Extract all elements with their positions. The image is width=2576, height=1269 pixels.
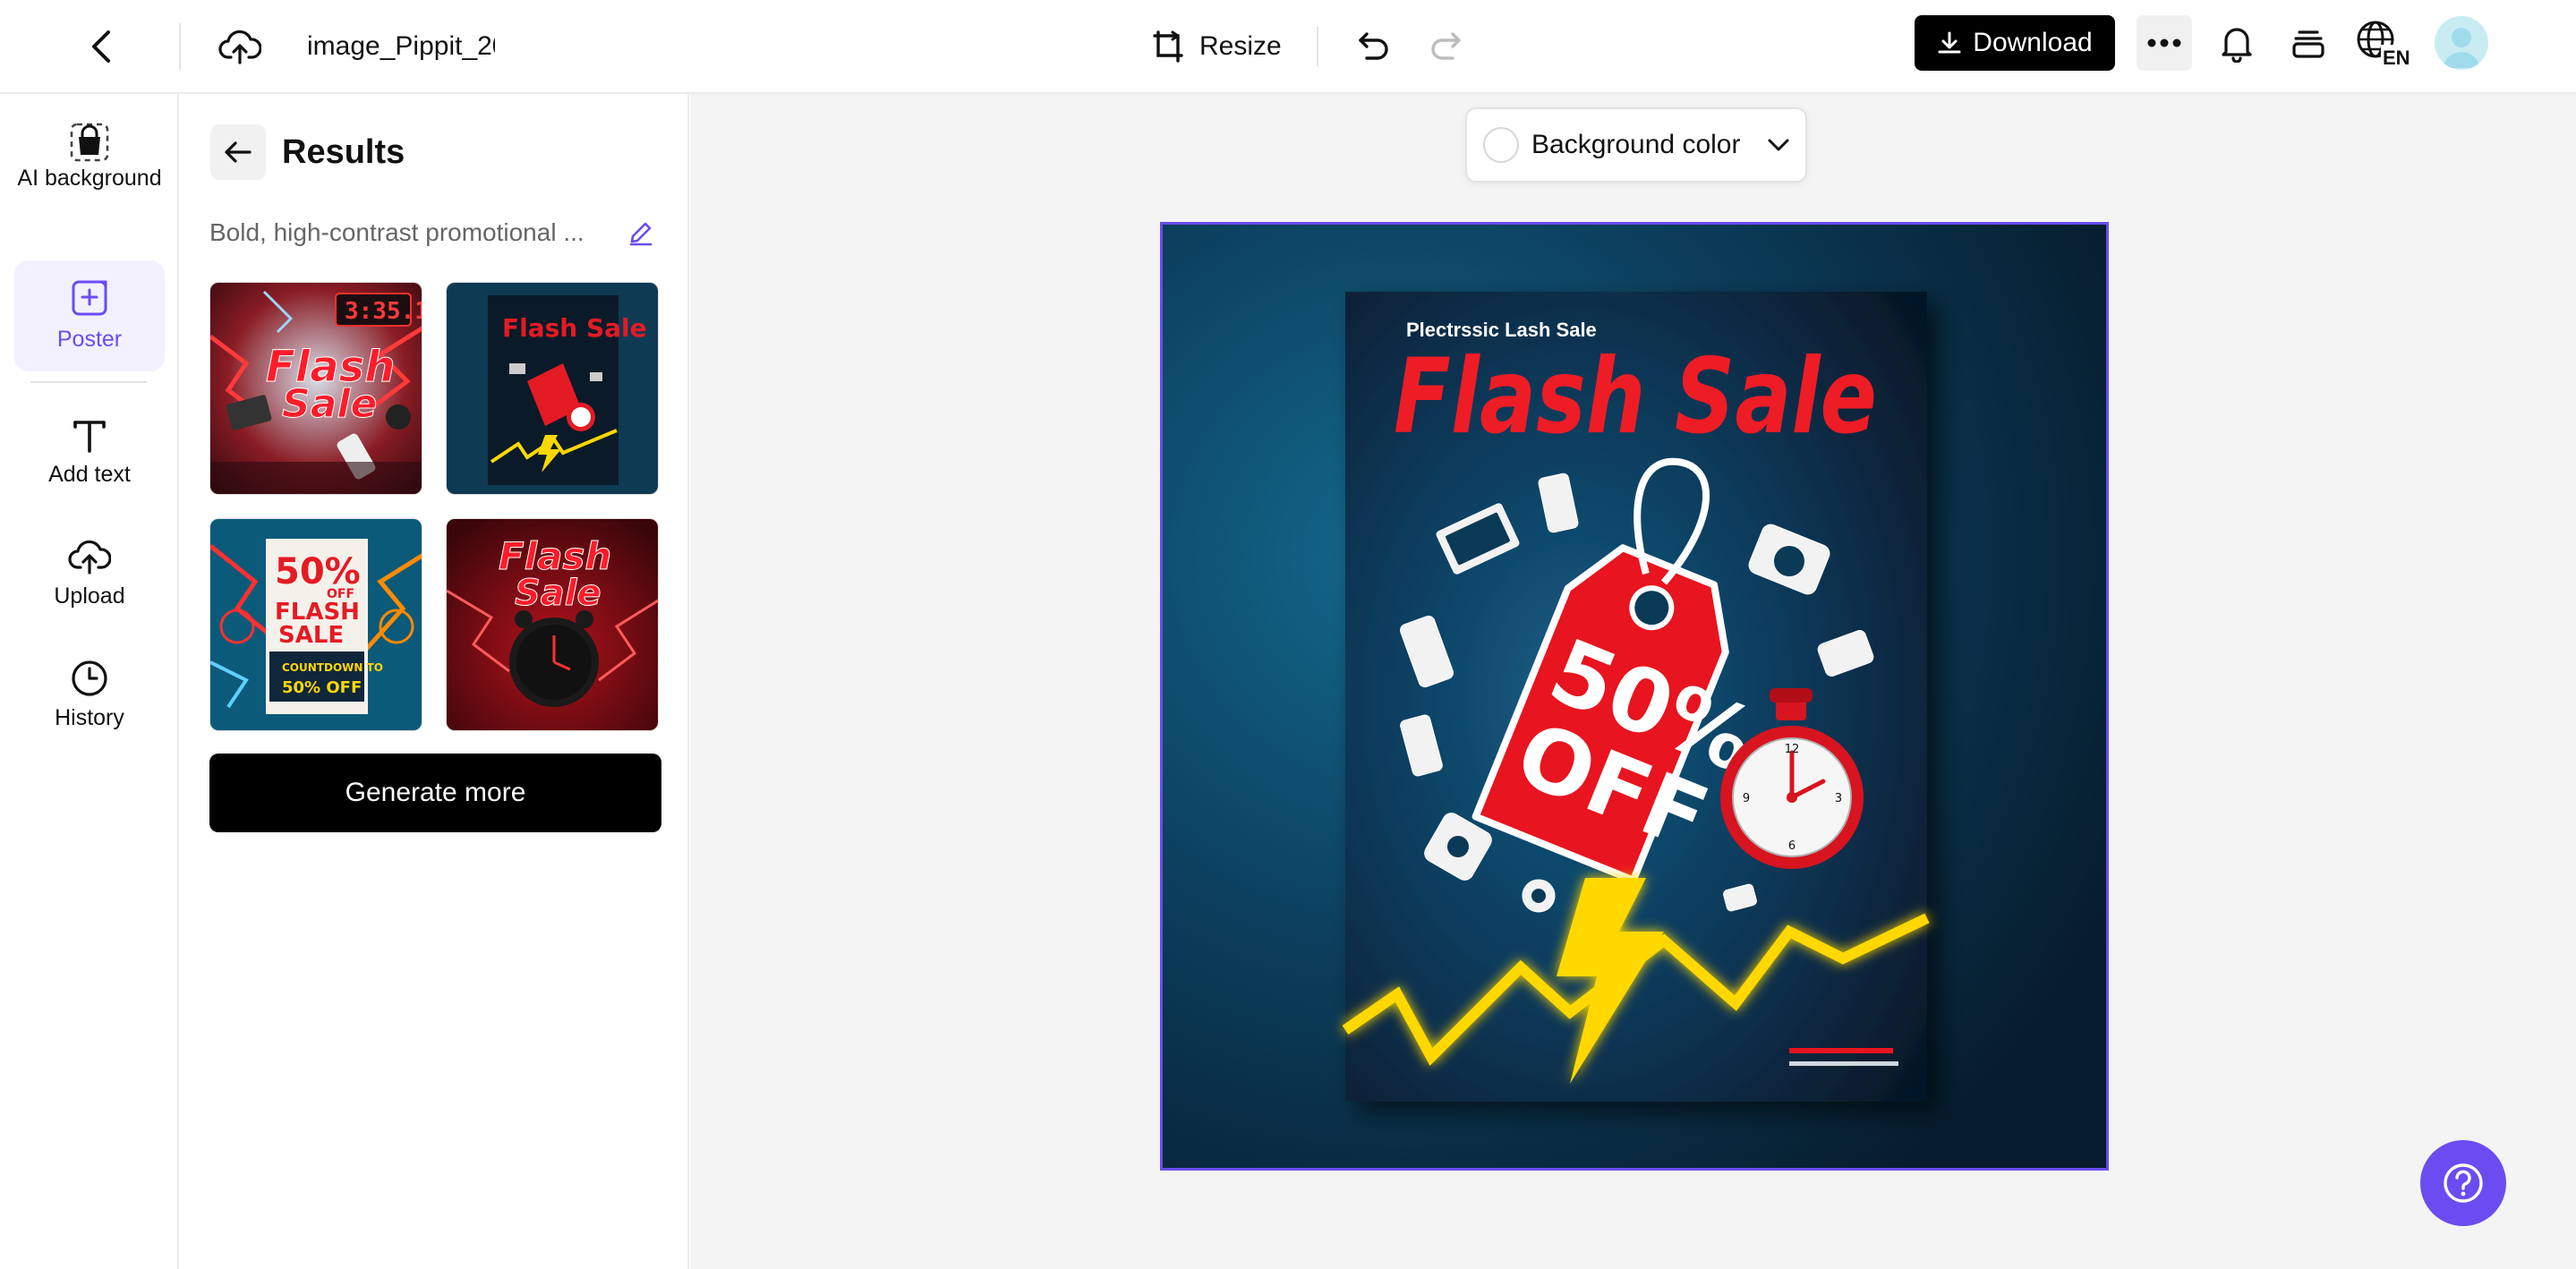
divider [1317,27,1318,66]
resize-icon [1153,30,1183,63]
rail-label: Add text [48,462,131,487]
ai-background-icon [70,123,109,162]
result-thumbnail-image: Flash Sale [447,283,658,494]
svg-text:Sale: Sale [515,573,601,614]
rail-label: AI background [17,166,162,191]
edit-prompt-button[interactable] [623,215,659,251]
svg-text:6: 6 [1788,839,1796,853]
svg-text:Sale: Sale [282,381,377,427]
bell-icon [2222,28,2252,63]
result-thumbnail-image: 3:35.1 Flash Sale [210,283,422,494]
poster-headline: Flash Sale [1394,336,1877,457]
undo-icon [1359,32,1388,60]
cloud-upload-icon [218,30,261,64]
download-button[interactable]: Download [1915,15,2115,71]
upload-icon [68,540,111,575]
download-icon [1938,31,1961,54]
rail-item-add-text[interactable]: Add text [14,407,165,497]
svg-text:3:35.1: 3:35.1 [345,298,422,325]
rail-label: Upload [54,583,125,609]
rail-item-poster[interactable]: Poster [14,260,165,371]
svg-text:Flash Sale: Flash Sale [502,313,647,343]
result-thumbnail-image: Flash Sale [447,519,658,730]
download-label: Download [1973,28,2093,57]
question-icon [2444,1163,2483,1203]
svg-text:12: 12 [1785,743,1800,756]
resize-button[interactable]: Resize [1151,20,1282,73]
pencil-icon [629,222,653,246]
poster-image: Plectrssic Lash Sale Flash Sale 50% OFF [1163,225,2106,1168]
globe-icon: EN [2357,21,2415,68]
redo-button[interactable] [1419,20,1472,73]
panel-title: Results [282,133,405,171]
svg-text:EN: EN [2383,47,2410,68]
more-options-button[interactable] [2137,15,2192,71]
notifications-button[interactable] [2209,15,2265,71]
svg-text:SALE: SALE [278,622,344,649]
history-icon [72,660,107,696]
rail-label: History [55,705,124,730]
result-thumbnail-image: 50% OFF FLASH SALE COUNTDOWN TO 50% OFF [210,519,422,730]
back-button[interactable] [75,20,129,73]
panel-back-button[interactable] [210,124,266,180]
svg-text:50% OFF: 50% OFF [282,678,362,697]
chevron-down-icon [1768,139,1789,151]
user-avatar[interactable] [2435,16,2488,70]
redo-icon [1431,32,1461,60]
color-swatch [1483,127,1519,163]
result-thumbnail-3[interactable]: 50% OFF FLASH SALE COUNTDOWN TO 50% OFF [209,518,422,731]
result-thumbnail-2[interactable]: Flash Sale [446,282,659,495]
assets-button[interactable] [2281,15,2336,71]
canvas-area: Background color Plectrssic Lash Sale Fl… [690,94,2576,1269]
svg-text:COUNTDOWN TO: COUNTDOWN TO [282,661,383,674]
results-panel: Results Bold, high-contrast promotional … [180,94,689,1269]
rail-label: Poster [56,327,123,352]
divider [179,23,181,70]
chevron-left-icon [92,30,110,63]
svg-text:3: 3 [1835,792,1842,805]
undo-button[interactable] [1347,20,1401,73]
rail-item-upload[interactable]: Upload [14,529,165,618]
arrow-left-icon [225,141,252,163]
text-icon [73,421,106,453]
prompt-text: Bold, high-contrast promotional ... [209,218,584,246]
top-bar: image_Pippit_20 Resize Download EN [0,0,2576,94]
save-to-cloud-button[interactable] [213,20,267,73]
result-thumbnail-4[interactable]: Flash Sale [446,518,659,731]
generate-more-button[interactable]: Generate more [209,754,661,832]
svg-text:Flash: Flash [499,534,611,578]
help-button[interactable] [2420,1140,2506,1226]
more-dots-icon [2147,38,2181,47]
rail-item-history[interactable]: History [14,651,165,740]
poster-canvas[interactable]: Plectrssic Lash Sale Flash Sale 50% OFF [1160,222,2109,1171]
background-color-label: Background color [1531,130,1741,159]
language-button[interactable]: EN [2354,15,2417,71]
file-name[interactable]: image_Pippit_20 [307,27,495,66]
rail-divider [30,381,147,383]
poster-icon [72,280,107,316]
background-color-dropdown[interactable]: Background color [1465,107,1807,183]
svg-text:9: 9 [1743,792,1750,805]
tool-rail: AI background Poster Add text Upload His… [0,94,179,1269]
stack-icon [2292,30,2324,58]
resize-label: Resize [1199,31,1282,61]
result-thumbnail-1[interactable]: 3:35.1 Flash Sale [209,282,422,495]
rail-item-ai-background[interactable]: AI background [14,121,165,228]
user-avatar-icon [2444,28,2479,68]
